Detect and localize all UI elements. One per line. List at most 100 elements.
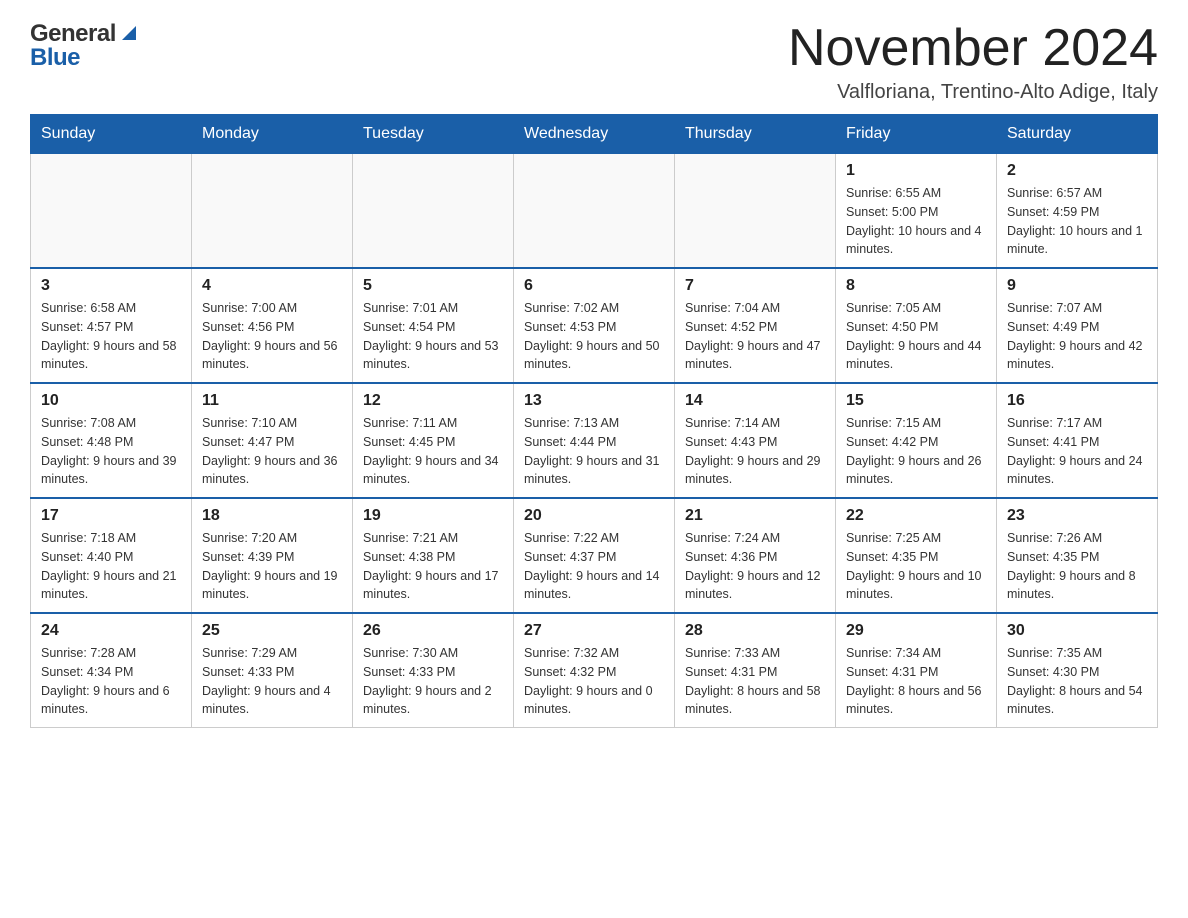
day-number: 4 bbox=[202, 277, 342, 295]
day-info: Sunrise: 7:04 AMSunset: 4:52 PMDaylight:… bbox=[685, 299, 825, 374]
calendar-cell: 27 Sunrise: 7:32 AMSunset: 4:32 PMDayligh… bbox=[514, 613, 675, 728]
calendar-cell: 9 Sunrise: 7:07 AMSunset: 4:49 PMDaylight… bbox=[997, 268, 1158, 383]
day-number: 22 bbox=[846, 507, 986, 525]
calendar-cell: 26 Sunrise: 7:30 AMSunset: 4:33 PMDayligh… bbox=[353, 613, 514, 728]
calendar-cell: 14Sunrise: 7:14 AMSunset: 4:43 PMDayligh… bbox=[675, 383, 836, 498]
day-info: Sunrise: 7:25 AMSunset: 4:35 PMDaylight:… bbox=[846, 529, 986, 604]
calendar-cell bbox=[514, 154, 675, 269]
day-header-friday: Friday bbox=[836, 115, 997, 154]
day-info: Sunrise: 7:18 AMSunset: 4:40 PMDaylight:… bbox=[41, 529, 181, 604]
day-header-monday: Monday bbox=[192, 115, 353, 154]
day-number: 5 bbox=[363, 277, 503, 295]
calendar-cell bbox=[353, 154, 514, 269]
day-number: 30 bbox=[1007, 622, 1147, 640]
calendar-cell: 15Sunrise: 7:15 AMSunset: 4:42 PMDayligh… bbox=[836, 383, 997, 498]
day-info: Sunrise: 7:21 AMSunset: 4:38 PMDaylight:… bbox=[363, 529, 503, 604]
day-info: Sunrise: 7:33 AMSunset: 4:31 PMDaylight:… bbox=[685, 644, 825, 719]
day-number: 10 bbox=[41, 392, 181, 410]
calendar-cell: 30 Sunrise: 7:35 AMSunset: 4:30 PMDayligh… bbox=[997, 613, 1158, 728]
calendar-cell: 19 Sunrise: 7:21 AMSunset: 4:38 PMDayligh… bbox=[353, 498, 514, 613]
calendar-cell: 21 Sunrise: 7:24 AMSunset: 4:36 PMDayligh… bbox=[675, 498, 836, 613]
day-number: 23 bbox=[1007, 507, 1147, 525]
day-info: Sunrise: 7:35 AMSunset: 4:30 PMDaylight:… bbox=[1007, 644, 1147, 719]
calendar-cell: 13 Sunrise: 7:13 AMSunset: 4:44 PMDayligh… bbox=[514, 383, 675, 498]
calendar-cell: 6 Sunrise: 7:02 AMSunset: 4:53 PMDaylight… bbox=[514, 268, 675, 383]
week-row-2: 3Sunrise: 6:58 AMSunset: 4:57 PMDaylight… bbox=[31, 268, 1158, 383]
calendar-cell: 17 Sunrise: 7:18 AMSunset: 4:40 PMDayligh… bbox=[31, 498, 192, 613]
day-info: Sunrise: 7:20 AMSunset: 4:39 PMDaylight:… bbox=[202, 529, 342, 604]
day-info: Sunrise: 6:58 AMSunset: 4:57 PMDaylight:… bbox=[41, 299, 181, 374]
logo: General Blue bbox=[30, 20, 140, 72]
header: General Blue November 2024 Valfloriana, … bbox=[30, 20, 1158, 104]
day-number: 28 bbox=[685, 622, 825, 640]
day-info: Sunrise: 7:02 AMSunset: 4:53 PMDaylight:… bbox=[524, 299, 664, 374]
day-info: Sunrise: 7:26 AMSunset: 4:35 PMDaylight:… bbox=[1007, 529, 1147, 604]
day-number: 9 bbox=[1007, 277, 1147, 295]
day-info: Sunrise: 6:57 AMSunset: 4:59 PMDaylight:… bbox=[1007, 184, 1147, 259]
day-number: 6 bbox=[524, 277, 664, 295]
day-number: 27 bbox=[524, 622, 664, 640]
calendar-cell bbox=[31, 154, 192, 269]
day-info: Sunrise: 7:13 AMSunset: 4:44 PMDaylight:… bbox=[524, 414, 664, 489]
calendar-cell: 5 Sunrise: 7:01 AMSunset: 4:54 PMDaylight… bbox=[353, 268, 514, 383]
day-number: 11 bbox=[202, 392, 342, 410]
calendar-cell: 20Sunrise: 7:22 AMSunset: 4:37 PMDayligh… bbox=[514, 498, 675, 613]
day-header-tuesday: Tuesday bbox=[353, 115, 514, 154]
calendar-cell: 11Sunrise: 7:10 AMSunset: 4:47 PMDayligh… bbox=[192, 383, 353, 498]
day-number: 13 bbox=[524, 392, 664, 410]
day-number: 19 bbox=[363, 507, 503, 525]
title-area: November 2024 Valfloriana, Trentino-Alto… bbox=[788, 20, 1158, 104]
day-number: 12 bbox=[363, 392, 503, 410]
day-info: Sunrise: 7:34 AMSunset: 4:31 PMDaylight:… bbox=[846, 644, 986, 719]
calendar-cell: 16 Sunrise: 7:17 AMSunset: 4:41 PMDayligh… bbox=[997, 383, 1158, 498]
day-info: Sunrise: 7:05 AMSunset: 4:50 PMDaylight:… bbox=[846, 299, 986, 374]
day-number: 20 bbox=[524, 507, 664, 525]
day-info: Sunrise: 7:11 AMSunset: 4:45 PMDaylight:… bbox=[363, 414, 503, 489]
calendar-cell: 29Sunrise: 7:34 AMSunset: 4:31 PMDayligh… bbox=[836, 613, 997, 728]
day-number: 18 bbox=[202, 507, 342, 525]
calendar-cell: 2Sunrise: 6:57 AMSunset: 4:59 PMDaylight… bbox=[997, 154, 1158, 269]
day-info: Sunrise: 7:24 AMSunset: 4:36 PMDaylight:… bbox=[685, 529, 825, 604]
logo-triangle-icon bbox=[118, 22, 140, 44]
day-number: 16 bbox=[1007, 392, 1147, 410]
calendar-cell: 3Sunrise: 6:58 AMSunset: 4:57 PMDaylight… bbox=[31, 268, 192, 383]
day-number: 17 bbox=[41, 507, 181, 525]
calendar-cell: 12 Sunrise: 7:11 AMSunset: 4:45 PMDayligh… bbox=[353, 383, 514, 498]
calendar-cell: 4 Sunrise: 7:00 AMSunset: 4:56 PMDaylight… bbox=[192, 268, 353, 383]
day-number: 21 bbox=[685, 507, 825, 525]
day-number: 1 bbox=[846, 162, 986, 180]
day-header-thursday: Thursday bbox=[675, 115, 836, 154]
week-row-5: 24Sunrise: 7:28 AMSunset: 4:34 PMDayligh… bbox=[31, 613, 1158, 728]
calendar-cell bbox=[675, 154, 836, 269]
day-info: Sunrise: 7:00 AMSunset: 4:56 PMDaylight:… bbox=[202, 299, 342, 374]
day-info: Sunrise: 7:01 AMSunset: 4:54 PMDaylight:… bbox=[363, 299, 503, 374]
calendar-cell: 8 Sunrise: 7:05 AMSunset: 4:50 PMDaylight… bbox=[836, 268, 997, 383]
calendar-cell: 10Sunrise: 7:08 AMSunset: 4:48 PMDayligh… bbox=[31, 383, 192, 498]
day-number: 26 bbox=[363, 622, 503, 640]
calendar-cell: 22 Sunrise: 7:25 AMSunset: 4:35 PMDayligh… bbox=[836, 498, 997, 613]
day-number: 7 bbox=[685, 277, 825, 295]
day-info: Sunrise: 7:14 AMSunset: 4:43 PMDaylight:… bbox=[685, 414, 825, 489]
calendar-cell: 23 Sunrise: 7:26 AMSunset: 4:35 PMDayligh… bbox=[997, 498, 1158, 613]
day-info: Sunrise: 7:30 AMSunset: 4:33 PMDaylight:… bbox=[363, 644, 503, 719]
day-header-wednesday: Wednesday bbox=[514, 115, 675, 154]
calendar-cell bbox=[192, 154, 353, 269]
day-info: Sunrise: 6:55 AMSunset: 5:00 PMDaylight:… bbox=[846, 184, 986, 259]
week-row-3: 10Sunrise: 7:08 AMSunset: 4:48 PMDayligh… bbox=[31, 383, 1158, 498]
day-number: 15 bbox=[846, 392, 986, 410]
location-subtitle: Valfloriana, Trentino-Alto Adige, Italy bbox=[788, 81, 1158, 104]
calendar-cell: 7 Sunrise: 7:04 AMSunset: 4:52 PMDaylight… bbox=[675, 268, 836, 383]
day-info: Sunrise: 7:17 AMSunset: 4:41 PMDaylight:… bbox=[1007, 414, 1147, 489]
calendar-table: SundayMondayTuesdayWednesdayThursdayFrid… bbox=[30, 114, 1158, 728]
calendar-cell: 1 Sunrise: 6:55 AMSunset: 5:00 PMDaylight… bbox=[836, 154, 997, 269]
month-title: November 2024 bbox=[788, 20, 1158, 77]
calendar-cell: 28 Sunrise: 7:33 AMSunset: 4:31 PMDayligh… bbox=[675, 613, 836, 728]
calendar-cell: 25Sunrise: 7:29 AMSunset: 4:33 PMDayligh… bbox=[192, 613, 353, 728]
day-number: 25 bbox=[202, 622, 342, 640]
day-info: Sunrise: 7:07 AMSunset: 4:49 PMDaylight:… bbox=[1007, 299, 1147, 374]
week-row-4: 17 Sunrise: 7:18 AMSunset: 4:40 PMDayligh… bbox=[31, 498, 1158, 613]
day-number: 8 bbox=[846, 277, 986, 295]
logo-blue-text: Blue bbox=[30, 44, 80, 72]
day-header-saturday: Saturday bbox=[997, 115, 1158, 154]
day-info: Sunrise: 7:32 AMSunset: 4:32 PMDaylight:… bbox=[524, 644, 664, 719]
